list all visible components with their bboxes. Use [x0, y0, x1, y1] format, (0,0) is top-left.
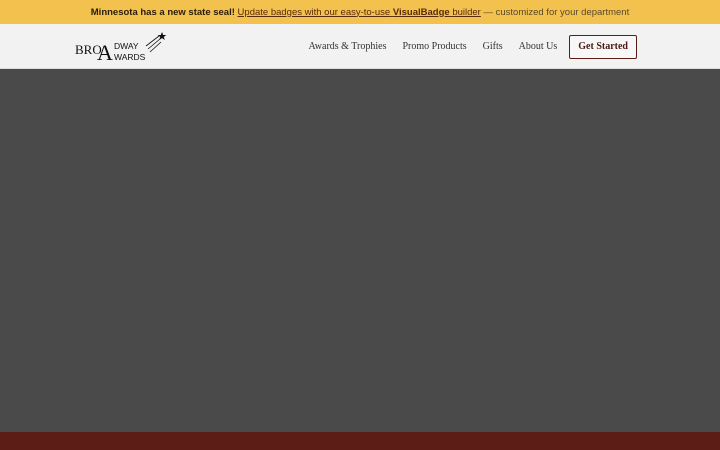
footer-strip: [0, 432, 720, 450]
logo-big-a: A: [97, 40, 113, 63]
main-nav: Awards & Trophies Promo Products Gifts A…: [309, 24, 637, 69]
nav-awards-trophies[interactable]: Awards & Trophies: [309, 41, 387, 52]
get-started-button[interactable]: Get Started: [569, 34, 637, 59]
site-header: BRO A DWAY WARDS Awards & Trophies Promo…: [0, 24, 720, 69]
nav-about-us[interactable]: About Us: [519, 41, 558, 52]
hero-area: [0, 69, 720, 432]
broadway-awards-logo[interactable]: BRO A DWAY WARDS: [74, 31, 168, 65]
nav-gifts[interactable]: Gifts: [483, 41, 503, 52]
link-suffix: builder: [452, 6, 481, 18]
announcement-bar: Minnesota has a new state seal! Update b…: [0, 0, 720, 24]
announcement-lead: Minnesota has a new state seal!: [90, 6, 235, 18]
visualbadge-link[interactable]: Update badges with our easy-to-use Visua…: [238, 7, 481, 18]
link-strong: VisualBadge: [392, 6, 450, 18]
announcement-tail: — customized for your department: [483, 6, 630, 18]
link-prefix: Update badges with our easy-to-use: [237, 6, 391, 18]
logo-wards: WARDS: [114, 52, 146, 62]
nav-promo-products[interactable]: Promo Products: [402, 41, 466, 52]
shooting-star-icon: [145, 32, 167, 53]
logo-dway: DWAY: [114, 41, 139, 51]
